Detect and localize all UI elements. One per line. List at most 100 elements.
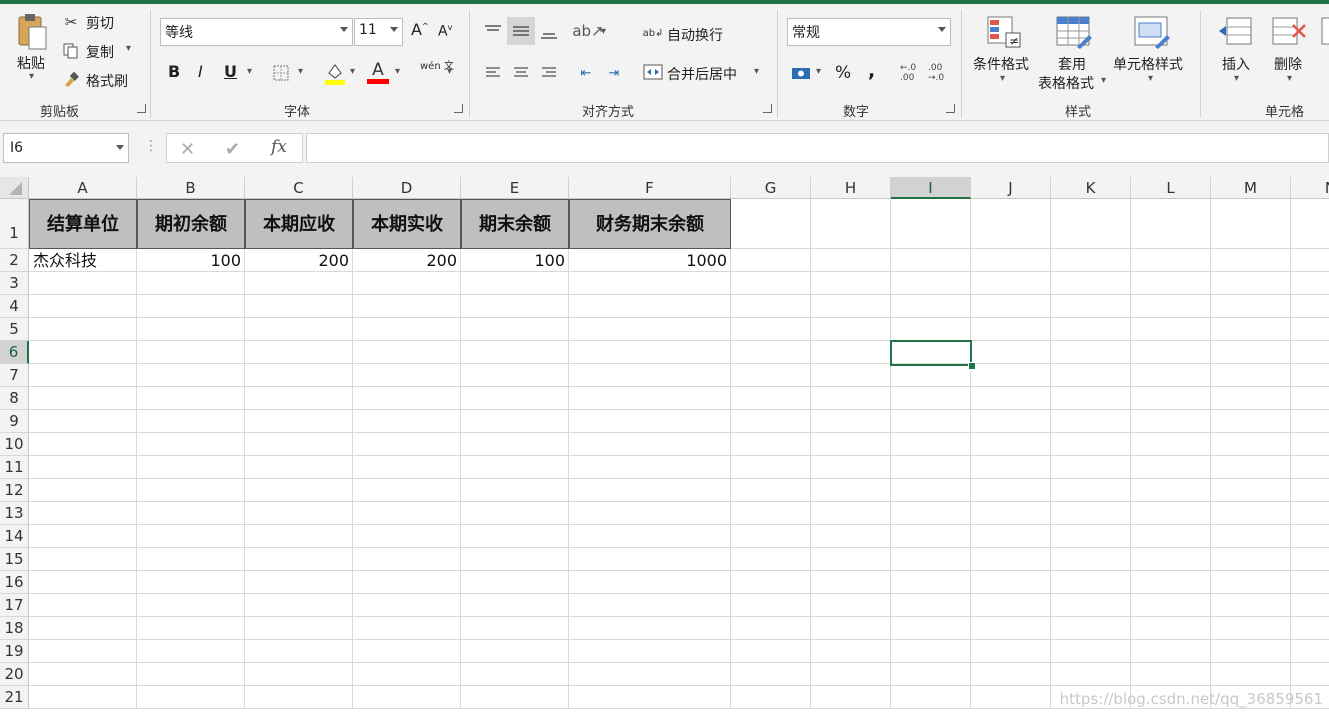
cell-e10[interactable] <box>461 433 569 456</box>
merge-center-button[interactable]: 合并后居中 <box>667 64 737 84</box>
cell-i7[interactable] <box>891 364 971 387</box>
cell-c9[interactable] <box>245 410 353 433</box>
cell-m18[interactable] <box>1211 617 1291 640</box>
clipboard-launcher-icon[interactable] <box>137 104 146 113</box>
cell-h10[interactable] <box>811 433 891 456</box>
cell-l18[interactable] <box>1131 617 1211 640</box>
cell-g18[interactable] <box>731 617 811 640</box>
cell-c6[interactable] <box>245 341 353 364</box>
fill-color-icon[interactable] <box>324 61 346 85</box>
selected-cell-cursor[interactable] <box>890 340 972 366</box>
amount-cell[interactable]: 1000 <box>569 249 731 272</box>
cell-l17[interactable] <box>1131 594 1211 617</box>
cell-b6[interactable] <box>137 341 245 364</box>
cell-j21[interactable] <box>971 686 1051 709</box>
comma-button[interactable]: , <box>868 60 875 82</box>
cell-j11[interactable] <box>971 456 1051 479</box>
increase-indent-icon[interactable]: ⇥ <box>603 62 625 84</box>
cell-f7[interactable] <box>569 364 731 387</box>
cell-c21[interactable] <box>245 686 353 709</box>
insert-function-icon[interactable]: fx <box>271 137 287 157</box>
cell-m10[interactable] <box>1211 433 1291 456</box>
cell-k16[interactable] <box>1051 571 1131 594</box>
border-dropdown-caret[interactable]: ▾ <box>298 66 303 77</box>
cell-styles-dropdown-caret[interactable]: ▾ <box>1148 73 1153 84</box>
cell-g10[interactable] <box>731 433 811 456</box>
column-header-a[interactable]: A <box>29 177 137 199</box>
cell-f21[interactable] <box>569 686 731 709</box>
currency-icon[interactable] <box>790 62 812 84</box>
cell-i2[interactable] <box>891 249 971 272</box>
delete-dropdown-caret[interactable]: ▾ <box>1287 73 1292 84</box>
italic-button[interactable]: I <box>198 62 203 81</box>
cell-b18[interactable] <box>137 617 245 640</box>
cell-l4[interactable] <box>1131 295 1211 318</box>
cell-k19[interactable] <box>1051 640 1131 663</box>
insert-button[interactable]: 插入 <box>1222 54 1250 74</box>
cell-l2[interactable] <box>1131 249 1211 272</box>
cell-i21[interactable] <box>891 686 971 709</box>
row-header-5[interactable]: 5 <box>0 318 29 341</box>
column-header-h[interactable]: H <box>811 177 891 199</box>
cell-f12[interactable] <box>569 479 731 502</box>
cell-b20[interactable] <box>137 663 245 686</box>
cell-m8[interactable] <box>1211 387 1291 410</box>
row-header-17[interactable]: 17 <box>0 594 29 617</box>
cell-j17[interactable] <box>971 594 1051 617</box>
row-header-2[interactable]: 2 <box>0 249 29 272</box>
cell-b17[interactable] <box>137 594 245 617</box>
cell-n9[interactable] <box>1291 410 1329 433</box>
cell-h19[interactable] <box>811 640 891 663</box>
cell-m14[interactable] <box>1211 525 1291 548</box>
cell-a10[interactable] <box>29 433 137 456</box>
cell-j15[interactable] <box>971 548 1051 571</box>
cell-h16[interactable] <box>811 571 891 594</box>
column-header-g[interactable]: G <box>731 177 811 199</box>
header-cell[interactable]: 结算单位 <box>29 199 137 249</box>
column-header-e[interactable]: E <box>461 177 569 199</box>
cell-j14[interactable] <box>971 525 1051 548</box>
cell-j1[interactable] <box>971 199 1051 249</box>
insert-icon[interactable] <box>1216 14 1256 50</box>
cell-k20[interactable] <box>1051 663 1131 686</box>
cell-d15[interactable] <box>353 548 461 571</box>
cell-l19[interactable] <box>1131 640 1211 663</box>
cell-l11[interactable] <box>1131 456 1211 479</box>
cell-m20[interactable] <box>1211 663 1291 686</box>
cell-g16[interactable] <box>731 571 811 594</box>
row-header-1[interactable]: 1 <box>0 199 29 249</box>
cell-a20[interactable] <box>29 663 137 686</box>
cell-n6[interactable] <box>1291 341 1329 364</box>
cell-i15[interactable] <box>891 548 971 571</box>
cell-f9[interactable] <box>569 410 731 433</box>
cell-j2[interactable] <box>971 249 1051 272</box>
cell-g14[interactable] <box>731 525 811 548</box>
cell-g4[interactable] <box>731 295 811 318</box>
font-size-select[interactable]: 11 <box>354 18 403 46</box>
cell-j20[interactable] <box>971 663 1051 686</box>
cell-m7[interactable] <box>1211 364 1291 387</box>
cell-j6[interactable] <box>971 341 1051 364</box>
select-all-corner[interactable] <box>0 177 29 199</box>
cell-h12[interactable] <box>811 479 891 502</box>
cell-j13[interactable] <box>971 502 1051 525</box>
cell-i3[interactable] <box>891 272 971 295</box>
cell-b5[interactable] <box>137 318 245 341</box>
cell-f14[interactable] <box>569 525 731 548</box>
cell-a15[interactable] <box>29 548 137 571</box>
cell-b12[interactable] <box>137 479 245 502</box>
cell-l5[interactable] <box>1131 318 1211 341</box>
cell-a13[interactable] <box>29 502 137 525</box>
column-header-i[interactable]: I <box>891 177 971 199</box>
format-painter-button[interactable]: 格式刷 <box>86 71 128 91</box>
cell-g21[interactable] <box>731 686 811 709</box>
cell-d12[interactable] <box>353 479 461 502</box>
row-header-9[interactable]: 9 <box>0 410 29 433</box>
cell-g2[interactable] <box>731 249 811 272</box>
insert-dropdown-caret[interactable]: ▾ <box>1234 73 1239 84</box>
cell-d7[interactable] <box>353 364 461 387</box>
merge-center-icon[interactable] <box>643 63 663 81</box>
cancel-icon[interactable]: ✕ <box>180 139 195 160</box>
cell-d10[interactable] <box>353 433 461 456</box>
column-header-d[interactable]: D <box>353 177 461 199</box>
